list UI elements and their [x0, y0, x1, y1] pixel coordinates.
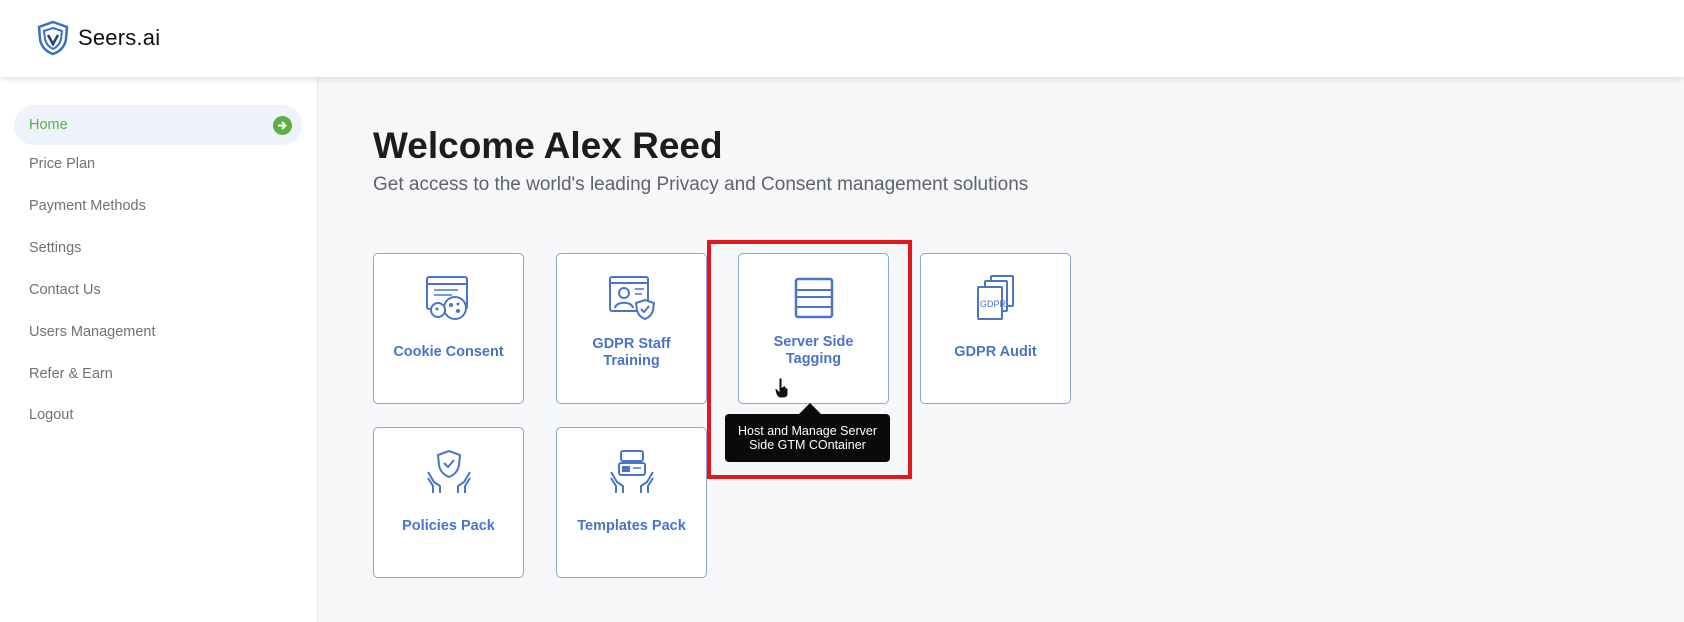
sidebar-item-label: Logout	[29, 407, 74, 423]
sidebar-item-label: Price Plan	[29, 156, 96, 172]
sidebar-item-label: Settings	[29, 240, 82, 256]
hand-cursor-icon	[774, 377, 789, 399]
sidebar-item-contact-us[interactable]: Contact Us	[14, 270, 302, 310]
sidebar-item-settings[interactable]: Settings	[14, 228, 302, 268]
sidebar-item-logout[interactable]: Logout	[14, 395, 302, 435]
card-cookie-consent[interactable]: Cookie Consent	[373, 253, 524, 404]
sidebar-item-label: Home	[29, 117, 68, 133]
page-subtitle: Get access to the world's leading Privac…	[373, 174, 1029, 195]
top-bar: Seers.ai	[0, 0, 1684, 77]
sidebar-item-label: Contact Us	[29, 282, 101, 298]
sidebar-item-label: Users Management	[29, 324, 156, 340]
sidebar-item-users-management[interactable]: Users Management	[14, 312, 302, 352]
sidebar-item-refer-earn[interactable]: Refer & Earn	[14, 354, 302, 394]
main-content: Welcome Alex Reed Get access to the worl…	[319, 77, 1684, 622]
card-label: GDPR Staff Training	[592, 336, 671, 369]
svg-text:GDPR: GDPR	[980, 299, 1007, 309]
card-gdpr-staff-training[interactable]: GDPR Staff Training	[556, 253, 707, 404]
card-templates-pack[interactable]: Templates Pack	[556, 427, 707, 578]
sidebar-item-label: Payment Methods	[29, 198, 146, 214]
card-label: Templates Pack	[577, 518, 686, 534]
card-label: Policies Pack	[402, 518, 495, 534]
sidebar-item-price-plan[interactable]: Price Plan	[14, 144, 302, 184]
logo[interactable]: Seers.ai	[36, 20, 160, 56]
staff-training-icon	[608, 276, 655, 321]
card-label: Server Side Tagging	[773, 334, 854, 367]
card-label: GDPR Audit	[954, 344, 1037, 360]
seers-shield-logo-icon	[37, 20, 69, 56]
logo-text: Seers.ai	[78, 25, 161, 50]
sidebar-item-payment-methods[interactable]: Payment Methods	[14, 186, 302, 226]
page-title: Welcome Alex Reed	[373, 125, 723, 166]
server-tagging-icon	[794, 277, 833, 319]
sidebar: Home Price Plan Payment Methods Settings…	[0, 77, 318, 622]
sidebar-item-label: Refer & Earn	[29, 366, 113, 382]
card-gdpr-audit[interactable]: GDPR GDPR Audit	[920, 253, 1071, 404]
tooltip: Host and Manage Server Side GTM COntaine…	[725, 414, 890, 462]
arrow-right-circle-icon	[273, 116, 292, 135]
cookie-browser-icon	[425, 276, 468, 320]
sidebar-item-home[interactable]: Home	[14, 105, 302, 145]
card-server-side-tagging[interactable]: Server Side Tagging	[738, 253, 889, 404]
shield-hands-icon	[426, 449, 471, 493]
gdpr-docs-icon: GDPR	[976, 275, 1014, 320]
templates-hands-icon	[609, 450, 654, 493]
tooltip-arrow	[799, 403, 821, 414]
card-policies-pack[interactable]: Policies Pack	[373, 427, 524, 578]
card-label: Cookie Consent	[393, 344, 504, 360]
